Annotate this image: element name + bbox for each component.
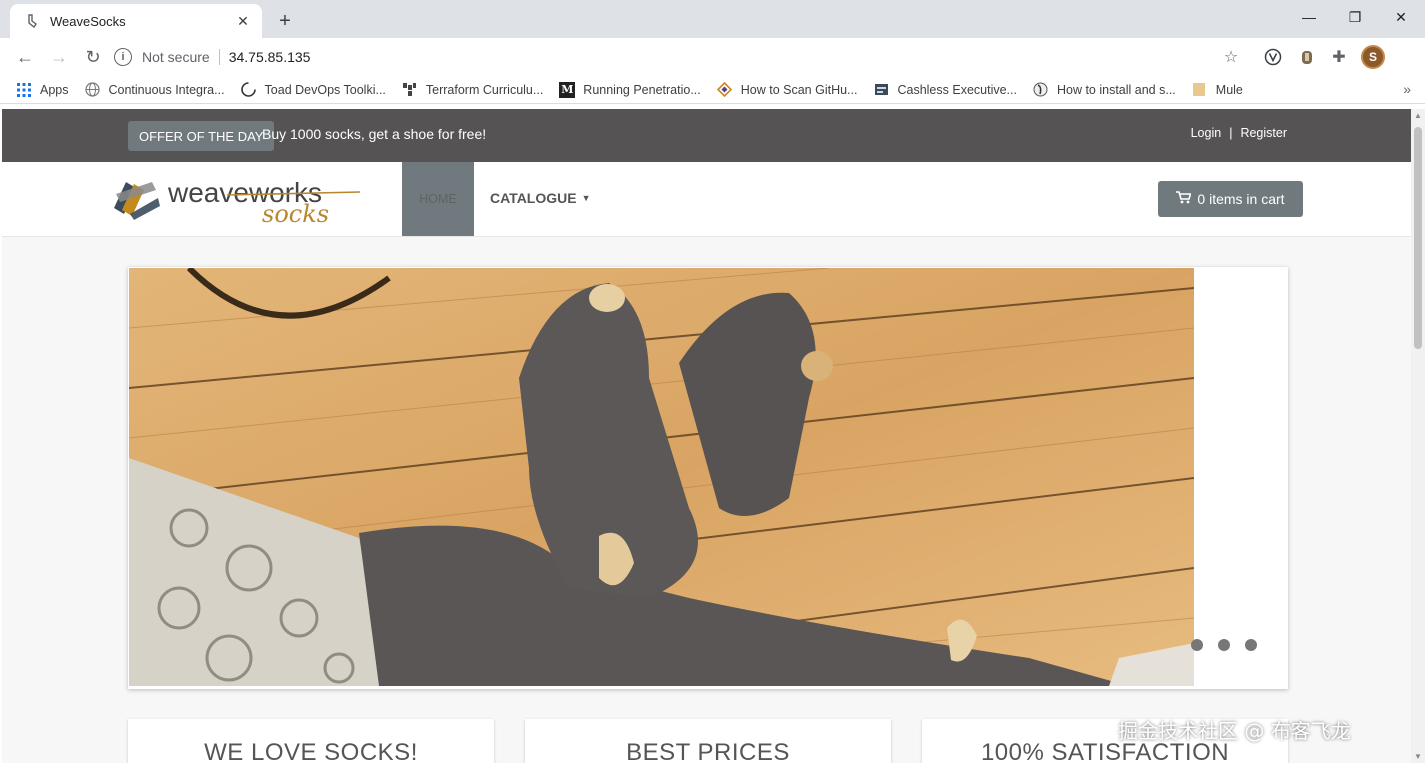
- feature-box-best-prices: BEST PRICES: [525, 719, 891, 763]
- toad-icon: [241, 82, 257, 98]
- new-tab-button[interactable]: +: [272, 8, 298, 34]
- bookmark-terraform[interactable]: Terraform Curriculu...: [402, 82, 543, 98]
- feature-title: BEST PRICES: [626, 739, 790, 763]
- bookmarks-bar: Apps Continuous Integra... Toad DevOps T…: [0, 76, 1425, 104]
- weavesocks-favicon-icon: [24, 13, 40, 29]
- profile-avatar[interactable]: S: [1361, 45, 1385, 69]
- bookmark-label: Mule: [1215, 82, 1243, 97]
- auth-links: Login | Register: [1191, 126, 1287, 140]
- doc-icon: [873, 82, 889, 98]
- security-label: Not secure: [142, 49, 210, 65]
- cart-button[interactable]: 0 items in cart: [1158, 181, 1303, 217]
- weaveworks-socks-logo[interactable]: weaveworks socks: [112, 174, 362, 228]
- medium-icon: M: [559, 81, 576, 98]
- offer-text: Buy 1000 socks, get a shoe for free!: [262, 126, 487, 142]
- bookmark-running-penetration[interactable]: M Running Penetratio...: [559, 81, 701, 98]
- bookmark-scan-github[interactable]: How to Scan GitHu...: [717, 82, 858, 98]
- login-link[interactable]: Login: [1191, 126, 1222, 140]
- bookmark-label: Running Penetratio...: [583, 82, 701, 97]
- bookmark-label: Toad DevOps Toolki...: [264, 82, 386, 97]
- carousel-dot-3[interactable]: [1245, 639, 1257, 651]
- address-bar[interactable]: i Not secure 34.75.85.135: [114, 42, 1254, 72]
- reload-icon[interactable]: ↻: [80, 44, 106, 70]
- bookmark-how-to-install[interactable]: How to install and s...: [1033, 82, 1176, 98]
- auth-separator: |: [1229, 126, 1233, 140]
- nav-catalogue-dropdown[interactable]: CATALOGUE ▼: [490, 190, 591, 206]
- browser-toolbar: ← → ↻ i Not secure 34.75.85.135 ☆ ✚: [0, 38, 1425, 76]
- extensions-puzzle-icon[interactable]: ✚: [1328, 46, 1350, 68]
- shopping-cart-icon: [1176, 191, 1192, 207]
- scrollbar-thumb[interactable]: [1414, 127, 1422, 349]
- extension-bug-icon[interactable]: [1296, 46, 1318, 68]
- hero-slide-image: [129, 268, 1194, 686]
- info-icon[interactable]: i: [114, 48, 132, 66]
- carousel-dot-1[interactable]: [1191, 639, 1203, 651]
- page-viewport: OFFER OF THE DAY Buy 1000 socks, get a s…: [2, 109, 1411, 763]
- bookmark-label: How to Scan GitHu...: [740, 82, 858, 97]
- bookmark-label: Terraform Curriculu...: [425, 82, 544, 97]
- bookmark-mule[interactable]: Mule: [1192, 82, 1243, 98]
- url-text: 34.75.85.135: [228, 49, 311, 65]
- bookmark-label: How to install and s...: [1056, 82, 1176, 97]
- diamond-icon: [717, 82, 733, 98]
- page-scrollbar[interactable]: ▲ ▼: [1411, 109, 1425, 763]
- bookmark-label: Cashless Executive...: [897, 82, 1017, 97]
- browser-tab[interactable]: WeaveSocks ✕: [10, 4, 262, 38]
- hero-carousel[interactable]: [128, 267, 1288, 689]
- globe-icon: [85, 82, 101, 98]
- feature-title: WE LOVE SOCKS!: [204, 739, 418, 763]
- feature-box-love-socks: WE LOVE SOCKS!: [128, 719, 494, 763]
- bookmark-toad-devops[interactable]: Toad DevOps Toolki...: [241, 82, 386, 98]
- feature-boxes: WE LOVE SOCKS! BEST PRICES 100% SATISFAC…: [128, 719, 1288, 763]
- forward-arrow-icon[interactable]: →: [46, 44, 72, 70]
- bookmark-continuous-integration[interactable]: Continuous Integra...: [85, 82, 225, 98]
- cart-label: 0 items in cart: [1197, 191, 1285, 207]
- minimize-button[interactable]: —: [1286, 0, 1332, 34]
- profile-icon: [1033, 82, 1049, 98]
- logo-mark-icon: [114, 182, 160, 220]
- nav-catalogue-label: CATALOGUE: [490, 190, 577, 206]
- bookmark-label: Continuous Integra...: [108, 82, 225, 97]
- tab-title: WeaveSocks: [50, 13, 126, 29]
- bookmark-label: Apps: [40, 82, 69, 97]
- bookmark-cashless-executive[interactable]: Cashless Executive...: [873, 82, 1017, 98]
- carousel-indicators: [1191, 639, 1272, 651]
- logo-text-socks: socks: [262, 200, 329, 224]
- terraform-icon: [402, 82, 418, 98]
- register-link[interactable]: Register: [1240, 126, 1287, 140]
- window-close-button[interactable]: ✕: [1378, 0, 1424, 34]
- nav-home[interactable]: HOME: [402, 162, 474, 236]
- extension-v-icon[interactable]: [1262, 46, 1284, 68]
- offer-of-the-day-button[interactable]: OFFER OF THE DAY: [128, 121, 275, 151]
- bookmark-star-icon[interactable]: ☆: [1220, 46, 1242, 68]
- scroll-down-icon[interactable]: ▼: [1414, 752, 1422, 761]
- apps-grid-icon: [16, 82, 32, 98]
- carousel-dot-2[interactable]: [1218, 639, 1230, 651]
- address-divider: [218, 49, 220, 65]
- folder-icon: [1192, 82, 1208, 98]
- maximize-button[interactable]: ❐: [1332, 0, 1378, 34]
- offer-bar: OFFER OF THE DAY Buy 1000 socks, get a s…: [2, 109, 1411, 162]
- watermark-text: 掘金技术社区 @ 布客飞龙: [1118, 719, 1351, 743]
- browser-tabstrip: WeaveSocks ✕ + — ❐ ✕: [0, 0, 1425, 38]
- bookmarks-overflow-icon[interactable]: »: [1403, 81, 1411, 97]
- scroll-up-icon[interactable]: ▲: [1414, 111, 1422, 120]
- main-navbar: weaveworks socks HOME CATALOGUE ▼ 0 item…: [2, 162, 1411, 237]
- bookmark-apps[interactable]: Apps: [16, 82, 69, 98]
- back-arrow-icon[interactable]: ←: [12, 44, 38, 70]
- caret-down-icon: ▼: [581, 193, 591, 203]
- tab-close-icon[interactable]: ✕: [234, 12, 252, 30]
